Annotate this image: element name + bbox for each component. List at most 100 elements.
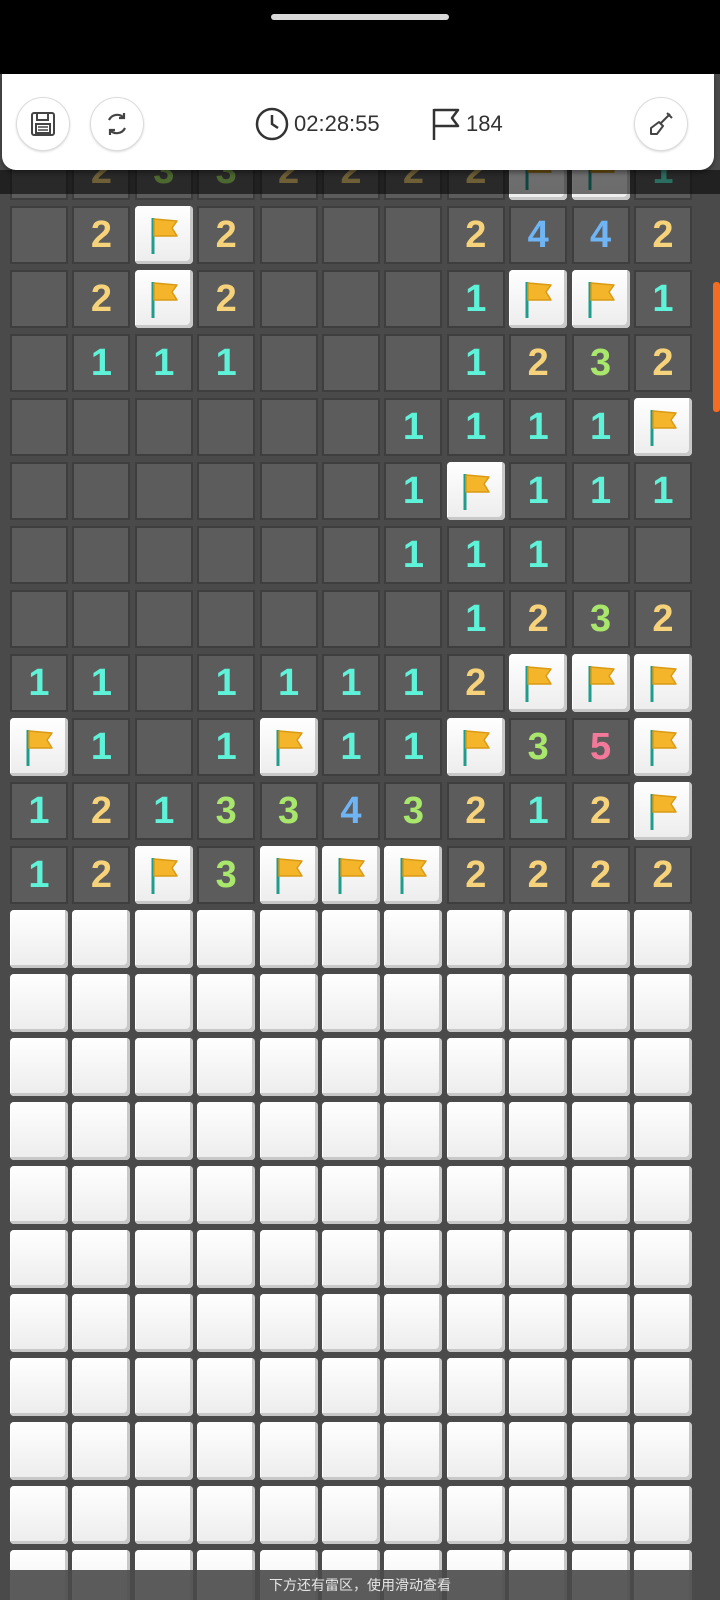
covered-cell[interactable] [384, 1166, 443, 1224]
covered-cell[interactable] [446, 910, 505, 968]
covered-cell[interactable] [10, 974, 68, 1032]
covered-cell[interactable] [259, 910, 318, 968]
covered-cell[interactable] [197, 1358, 256, 1416]
covered-cell[interactable] [72, 910, 131, 968]
covered-cell[interactable] [634, 1294, 692, 1352]
revealed-number-cell[interactable]: 1 [322, 718, 380, 776]
flagged-cell[interactable] [634, 398, 692, 456]
revealed-number-cell[interactable]: 1 [384, 398, 443, 456]
covered-cell[interactable] [322, 1230, 380, 1288]
flagged-cell[interactable] [634, 654, 692, 712]
revealed-number-cell[interactable]: 1 [446, 270, 505, 328]
revealed-empty-cell[interactable] [322, 334, 380, 392]
revealed-empty-cell[interactable] [197, 526, 256, 584]
revealed-number-cell[interactable]: 1 [322, 654, 380, 712]
covered-cell[interactable] [384, 1294, 443, 1352]
covered-cell[interactable] [384, 1102, 443, 1160]
revealed-number-cell[interactable]: 1 [509, 526, 568, 584]
covered-cell[interactable] [634, 1230, 692, 1288]
covered-cell[interactable] [509, 910, 568, 968]
revealed-number-cell[interactable]: 1 [446, 334, 505, 392]
revealed-empty-cell[interactable] [259, 334, 318, 392]
revealed-empty-cell[interactable] [259, 526, 318, 584]
covered-cell[interactable] [322, 1422, 380, 1480]
revealed-number-cell[interactable]: 2 [634, 590, 692, 648]
revealed-number-cell[interactable]: 1 [384, 462, 443, 520]
revealed-empty-cell[interactable] [634, 526, 692, 584]
covered-cell[interactable] [259, 1102, 318, 1160]
covered-cell[interactable] [634, 1102, 692, 1160]
revealed-empty-cell[interactable] [10, 206, 68, 264]
revealed-number-cell[interactable]: 2 [509, 846, 568, 904]
revealed-number-cell[interactable]: 2 [72, 270, 131, 328]
revealed-empty-cell[interactable] [72, 590, 131, 648]
revealed-number-cell[interactable]: 2 [571, 846, 630, 904]
covered-cell[interactable] [72, 1422, 131, 1480]
minefield-board[interactable]: 2332222122244222111111232111111111111232… [10, 142, 710, 1600]
restart-button[interactable] [90, 97, 144, 151]
revealed-number-cell[interactable]: 2 [72, 782, 131, 840]
revealed-number-cell[interactable]: 1 [72, 654, 131, 712]
flagged-cell[interactable] [634, 718, 692, 776]
covered-cell[interactable] [446, 1230, 505, 1288]
covered-cell[interactable] [571, 1486, 630, 1544]
covered-cell[interactable] [72, 1166, 131, 1224]
covered-cell[interactable] [571, 1422, 630, 1480]
covered-cell[interactable] [634, 1486, 692, 1544]
covered-cell[interactable] [571, 1166, 630, 1224]
covered-cell[interactable] [134, 1422, 193, 1480]
revealed-number-cell[interactable]: 2 [72, 206, 131, 264]
revealed-number-cell[interactable]: 5 [571, 718, 630, 776]
revealed-number-cell[interactable]: 2 [571, 782, 630, 840]
revealed-empty-cell[interactable] [134, 718, 193, 776]
revealed-number-cell[interactable]: 1 [571, 398, 630, 456]
revealed-number-cell[interactable]: 1 [384, 718, 443, 776]
covered-cell[interactable] [509, 1166, 568, 1224]
revealed-number-cell[interactable]: 2 [634, 846, 692, 904]
covered-cell[interactable] [72, 1038, 131, 1096]
revealed-number-cell[interactable]: 1 [446, 526, 505, 584]
revealed-number-cell[interactable]: 1 [446, 590, 505, 648]
revealed-empty-cell[interactable] [259, 206, 318, 264]
covered-cell[interactable] [134, 1358, 193, 1416]
revealed-empty-cell[interactable] [384, 206, 443, 264]
covered-cell[interactable] [322, 1038, 380, 1096]
revealed-empty-cell[interactable] [72, 462, 131, 520]
revealed-number-cell[interactable]: 2 [509, 334, 568, 392]
covered-cell[interactable] [634, 910, 692, 968]
covered-cell[interactable] [509, 974, 568, 1032]
covered-cell[interactable] [509, 1486, 568, 1544]
revealed-number-cell[interactable]: 3 [509, 718, 568, 776]
covered-cell[interactable] [384, 974, 443, 1032]
covered-cell[interactable] [72, 1230, 131, 1288]
revealed-number-cell[interactable]: 1 [571, 462, 630, 520]
revealed-empty-cell[interactable] [571, 526, 630, 584]
revealed-number-cell[interactable]: 3 [571, 590, 630, 648]
covered-cell[interactable] [197, 1102, 256, 1160]
revealed-number-cell[interactable]: 1 [384, 654, 443, 712]
covered-cell[interactable] [134, 1166, 193, 1224]
covered-cell[interactable] [72, 1102, 131, 1160]
covered-cell[interactable] [384, 1358, 443, 1416]
revealed-number-cell[interactable]: 2 [446, 206, 505, 264]
revealed-number-cell[interactable]: 1 [197, 334, 256, 392]
flagged-cell[interactable] [571, 654, 630, 712]
revealed-empty-cell[interactable] [134, 526, 193, 584]
flagged-cell[interactable] [446, 462, 505, 520]
revealed-number-cell[interactable]: 2 [634, 206, 692, 264]
revealed-number-cell[interactable]: 2 [446, 846, 505, 904]
save-button[interactable] [16, 97, 70, 151]
covered-cell[interactable] [134, 1294, 193, 1352]
revealed-number-cell[interactable]: 1 [509, 462, 568, 520]
revealed-empty-cell[interactable] [322, 398, 380, 456]
covered-cell[interactable] [446, 1358, 505, 1416]
covered-cell[interactable] [197, 974, 256, 1032]
covered-cell[interactable] [384, 1038, 443, 1096]
covered-cell[interactable] [571, 910, 630, 968]
covered-cell[interactable] [197, 910, 256, 968]
revealed-number-cell[interactable]: 3 [197, 846, 256, 904]
revealed-number-cell[interactable]: 1 [10, 782, 68, 840]
covered-cell[interactable] [134, 1102, 193, 1160]
revealed-empty-cell[interactable] [10, 526, 68, 584]
revealed-empty-cell[interactable] [72, 398, 131, 456]
